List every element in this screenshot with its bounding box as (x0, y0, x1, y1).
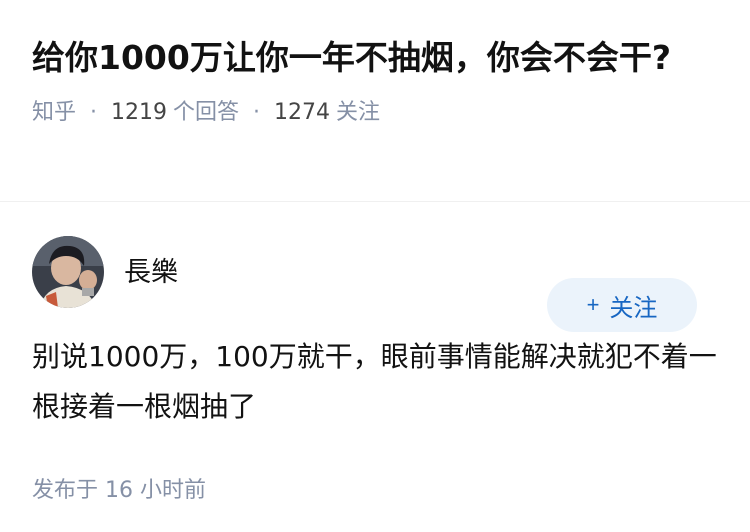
plus-icon: + (586, 292, 600, 317)
avatar[interactable] (32, 236, 104, 308)
follow-button[interactable]: + 关注 (547, 278, 697, 332)
answer-content[interactable]: 别说1000万，100万就干，眼前事情能解决就犯不着一根接着一根烟抽了 (32, 332, 722, 432)
answer-count-label: 个回答 (173, 100, 240, 125)
answer-count: 1219 (111, 100, 168, 125)
follow-count: 1274 (274, 100, 331, 125)
publish-time: 发布于 16 小时前 (32, 478, 206, 503)
follow-button-label: 关注 (609, 294, 658, 322)
follow-count-label: 关注 (336, 100, 381, 125)
separator-dot: · (253, 100, 261, 125)
avatar-image (32, 236, 104, 308)
divider (0, 201, 750, 202)
source-label: 知乎 (32, 100, 77, 125)
question-meta: 知乎 · 1219 个回答 · 1274 关注 (32, 98, 718, 128)
answer-card: 長樂 + 关注 别说1000万，100万就干，眼前事情能解决就犯不着一根接着一根… (0, 236, 750, 504)
author-name[interactable]: 長樂 (124, 250, 178, 289)
separator-dot: · (90, 100, 98, 125)
question-header: 给你1000万让你一年不抽烟，你会不会干? 知乎 · 1219 个回答 · 12… (0, 0, 750, 168)
question-title[interactable]: 给你1000万让你一年不抽烟，你会不会干? (32, 32, 672, 84)
